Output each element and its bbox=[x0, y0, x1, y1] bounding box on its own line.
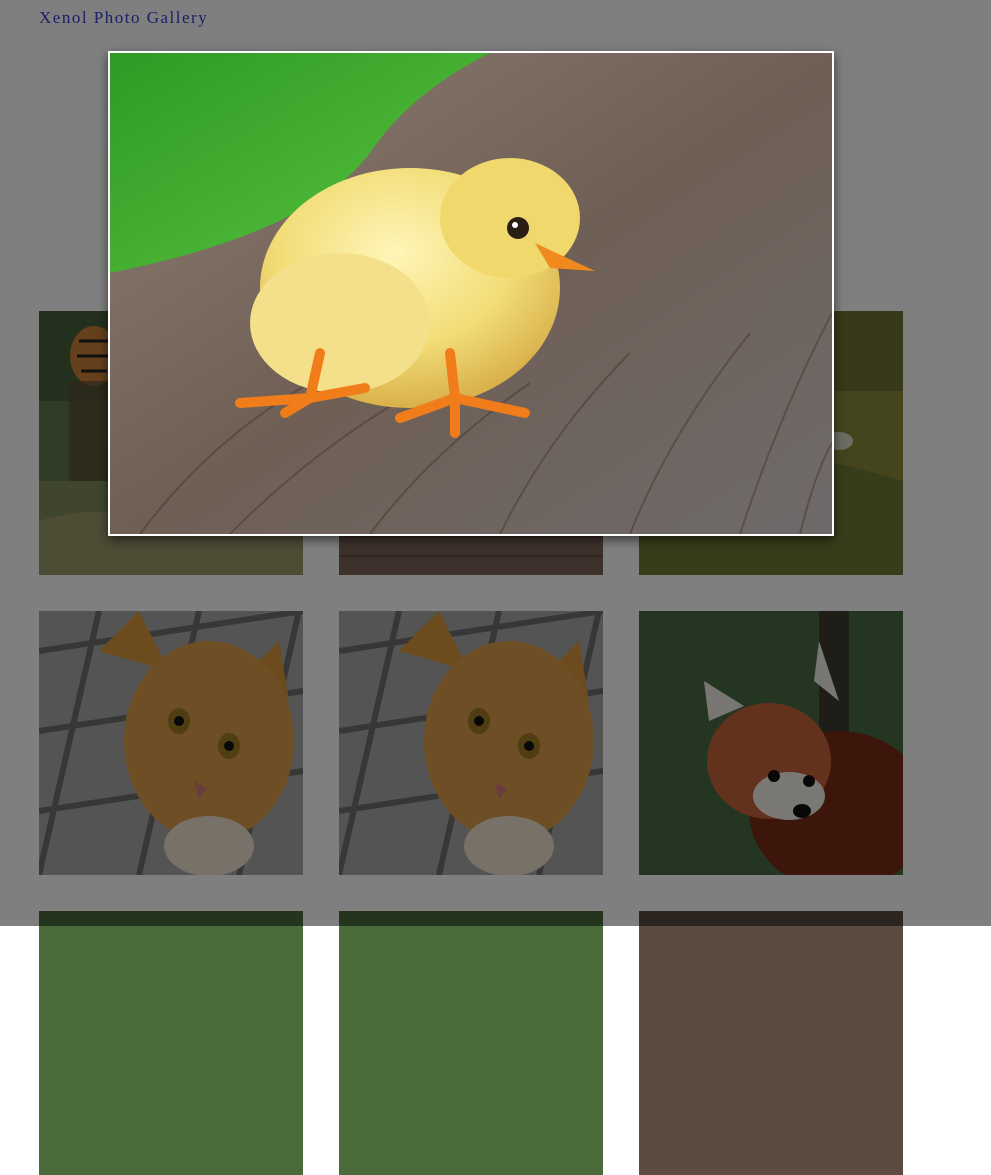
forest-photo bbox=[39, 911, 303, 1175]
chick-photo bbox=[110, 53, 832, 534]
gallery-thumb-forest-1[interactable] bbox=[39, 911, 303, 1175]
gallery-thumb-ground[interactable] bbox=[639, 911, 903, 1175]
ground-photo bbox=[639, 911, 903, 1175]
gallery-thumb-forest-2[interactable] bbox=[339, 911, 603, 1175]
lightbox-image-frame[interactable] bbox=[108, 51, 834, 536]
forest-photo bbox=[339, 911, 603, 1175]
gallery-page: Xenol Photo Gallery bbox=[0, 0, 991, 1175]
